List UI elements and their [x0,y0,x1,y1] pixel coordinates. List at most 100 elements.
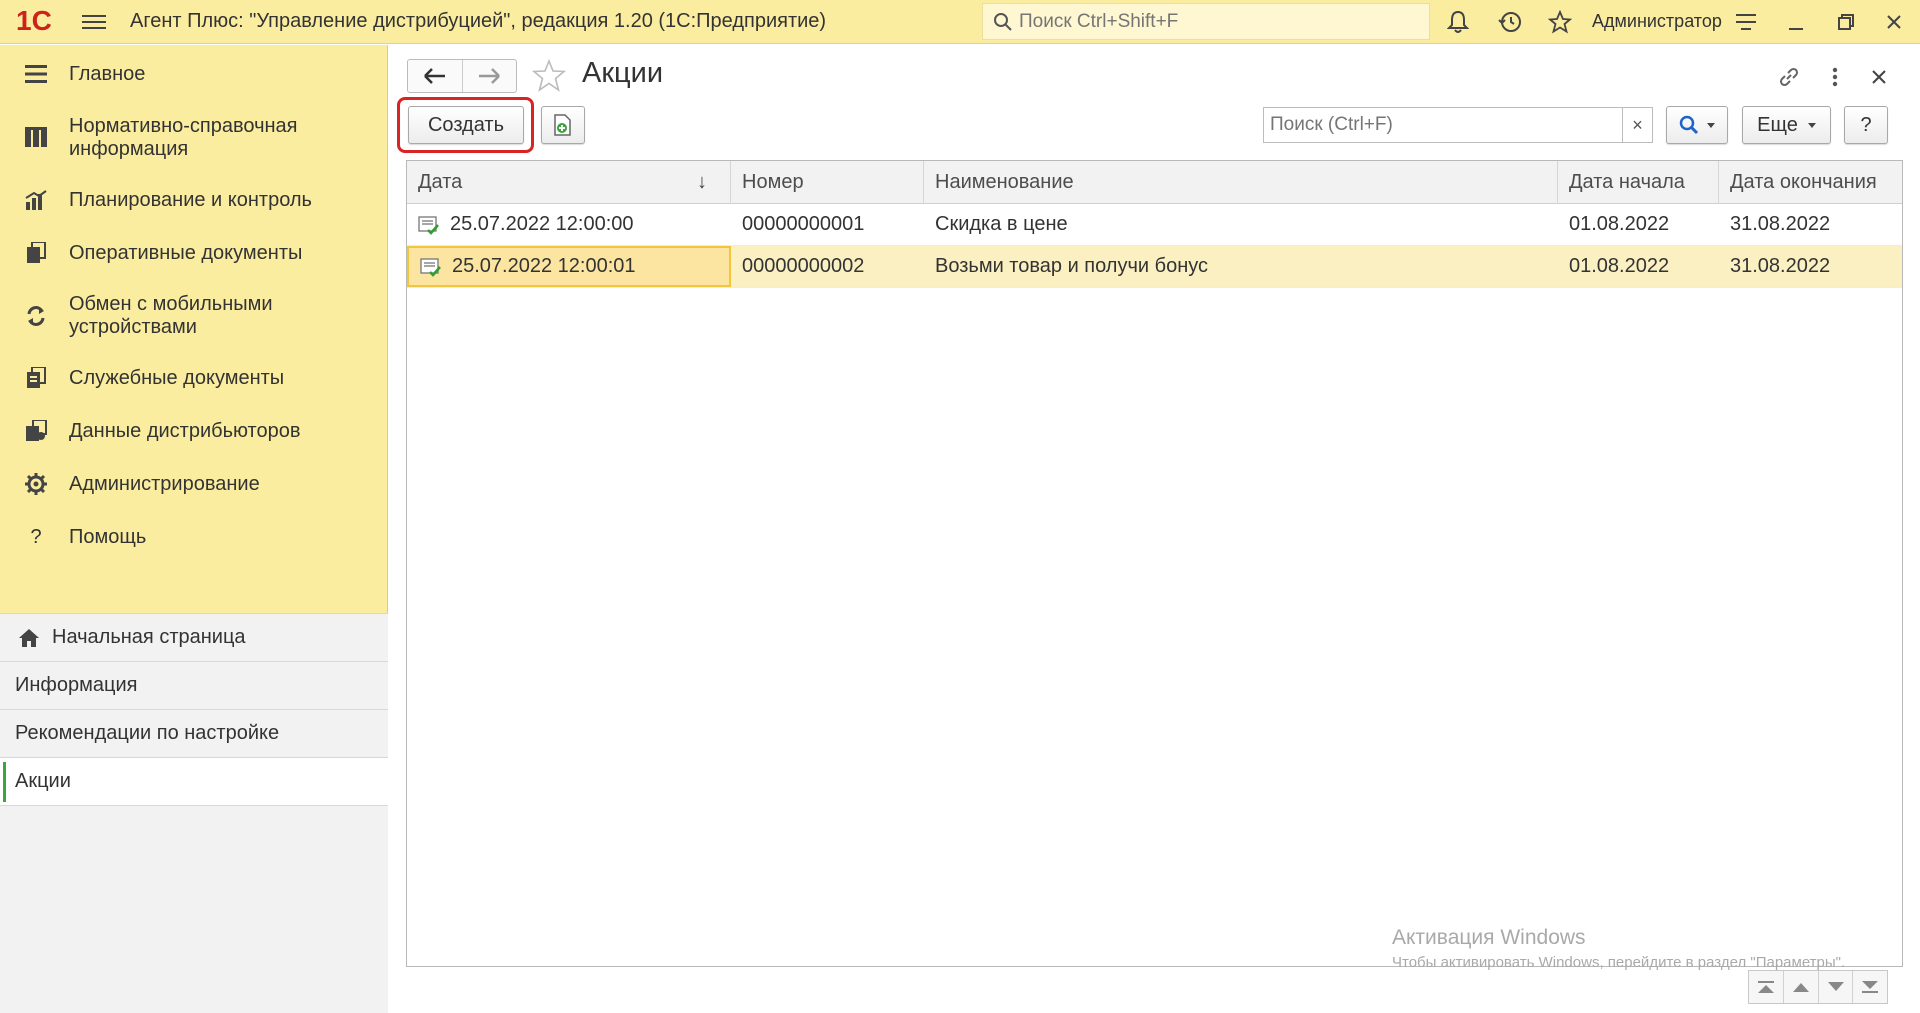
cell-number[interactable]: 00000000001 [731,204,924,245]
page-title: Акции [582,57,664,89]
column-header-start-date[interactable]: Дата начала [1558,161,1719,204]
dropdown-arrow-icon [1707,122,1715,128]
column-header-date[interactable]: Дата ↓ [407,161,731,204]
sidebar-item-label: Обмен с мобильными устройствами [69,293,273,338]
scroll-to-top-button[interactable] [1749,971,1783,1003]
minimize-icon[interactable] [1782,8,1810,36]
chart-icon [24,188,48,212]
sidebar-item-label: Главное [69,62,146,85]
open-window-home[interactable]: Начальная страница [0,614,388,662]
sidebar-item-main[interactable]: Главное [0,59,388,89]
sidebar-item-label: Служебные документы [69,366,285,389]
back-button[interactable] [408,60,462,92]
sidebar-item-distributor-data[interactable]: Данные дистрибьюторов [0,416,388,446]
sidebar-item-label: Нормативно-справочная информация [69,115,298,160]
global-search-input[interactable] [1019,10,1419,33]
more-button[interactable]: Еще [1742,106,1831,144]
menu-lines-icon [24,62,48,86]
search-icon [994,12,1012,31]
scroll-up-icon [1793,983,1810,992]
sidebar-item-help[interactable]: ? Помощь [0,522,388,552]
open-window-label: Информация [15,674,138,696]
history-icon[interactable] [1496,8,1524,36]
cell-text: 31.08.2022 [1730,255,1831,277]
column-header-number[interactable]: Номер [731,161,924,204]
sidebar-item-mobile-exchange[interactable]: Обмен с мобильными устройствами [0,291,388,341]
sync-icon [24,304,48,328]
menu-icon[interactable] [82,11,106,31]
arrow-left-icon [424,68,445,84]
column-header-label: Наименование [935,171,1074,193]
form-close-icon[interactable] [1865,63,1893,91]
list-search-input[interactable] [1264,114,1614,136]
column-header-end-date[interactable]: Дата окончания [1719,161,1902,204]
sidebar: Главное Нормативно-справочная информация… [0,45,388,1013]
help-icon: ? [30,525,42,548]
cell-text: 01.08.2022 [1569,255,1670,277]
user-name[interactable]: Администратор [1592,11,1722,32]
open-window-label: Акции [15,770,71,792]
cell-date-current[interactable]: 25.07.2022 12:00:01 [407,246,731,287]
scroll-up-button[interactable] [1783,971,1818,1003]
open-window-promotions[interactable]: Акции [0,758,388,806]
cell-name[interactable]: Возьми товар и получи бонус [924,246,1558,287]
help-button[interactable]: ? [1844,106,1888,144]
open-window-info[interactable]: Информация [0,662,388,710]
sidebar-item-operational-docs[interactable]: Оперативные документы [0,238,388,268]
favorite-star-icon[interactable] [532,59,566,93]
column-header-name[interactable]: Наименование [924,161,1558,204]
close-icon[interactable] [1880,8,1908,36]
global-search[interactable] [982,3,1430,40]
create-button[interactable]: Создать [408,106,524,144]
open-window-recommendations[interactable]: Рекомендации по настройке [0,710,388,758]
sidebar-item-label: Оперативные документы [69,241,303,264]
service-docs-icon [24,366,48,390]
column-header-label: Дата [418,171,463,193]
cell-text: 25.07.2022 12:00:00 [450,213,634,235]
settings-lines-icon[interactable] [1732,8,1760,36]
scroll-to-bottom-button[interactable] [1852,971,1887,1003]
cell-end-date[interactable]: 31.08.2022 [1719,204,1902,245]
table-row-selected[interactable]: 25.07.2022 12:00:01 00000000002 Возьми т… [407,246,1902,288]
copy-button[interactable] [541,106,585,144]
cell-text: 25.07.2022 12:00:01 [452,255,636,277]
cell-text: 31.08.2022 [1730,213,1831,235]
table-row[interactable]: 25.07.2022 12:00:00 00000000001 Скидка в… [407,204,1902,246]
scroll-top-icon [1758,981,1775,993]
restore-icon[interactable] [1832,8,1860,36]
sidebar-item-label: Администрирование [69,472,260,495]
open-window-label: Рекомендации по настройке [15,722,280,744]
arrow-right-icon [479,68,501,84]
cell-number[interactable]: 00000000002 [731,246,924,287]
sidebar-item-service-docs[interactable]: Служебные документы [0,363,388,393]
sidebar-item-label: Помощь [69,525,147,548]
form-area: Акции Создать × Еще ? Дата ↓ Номер Наиме… [389,45,1920,1013]
cell-start-date[interactable]: 01.08.2022 [1558,204,1719,245]
watermark-line-2: Чтобы активировать Windows, перейдите в … [1392,954,1846,971]
app-title: Агент Плюс: "Управление дистрибуцией", р… [130,10,827,32]
sidebar-item-administration[interactable]: Администрирование [0,469,388,499]
cell-text: 00000000002 [742,255,865,277]
more-vertical-icon[interactable] [1821,63,1849,91]
link-icon[interactable] [1775,63,1803,91]
bell-icon[interactable] [1444,8,1472,36]
forward-button[interactable] [461,60,516,92]
sidebar-item-reference[interactable]: Нормативно-справочная информация [0,113,388,163]
scroll-down-icon [1827,982,1844,991]
app-logo[interactable]: 1С [16,6,66,36]
cell-name[interactable]: Скидка в цене [924,204,1558,245]
gear-icon [24,472,48,496]
cell-date[interactable]: 25.07.2022 12:00:00 [407,204,731,245]
cell-end-date[interactable]: 31.08.2022 [1719,246,1902,287]
cell-start-date[interactable]: 01.08.2022 [1558,246,1719,287]
cell-text: Скидка в цене [935,213,1068,235]
catalog-icon [24,126,48,150]
posted-document-icon [418,215,439,235]
scroll-down-button[interactable] [1817,971,1853,1003]
sidebar-item-label: Планирование и контроль [69,188,312,211]
star-icon[interactable] [1546,8,1574,36]
sidebar-item-planning[interactable]: Планирование и контроль [0,185,388,215]
search-options-button[interactable] [1666,106,1728,144]
clear-search-button[interactable]: × [1622,108,1652,142]
cell-text: 00000000001 [742,213,865,235]
